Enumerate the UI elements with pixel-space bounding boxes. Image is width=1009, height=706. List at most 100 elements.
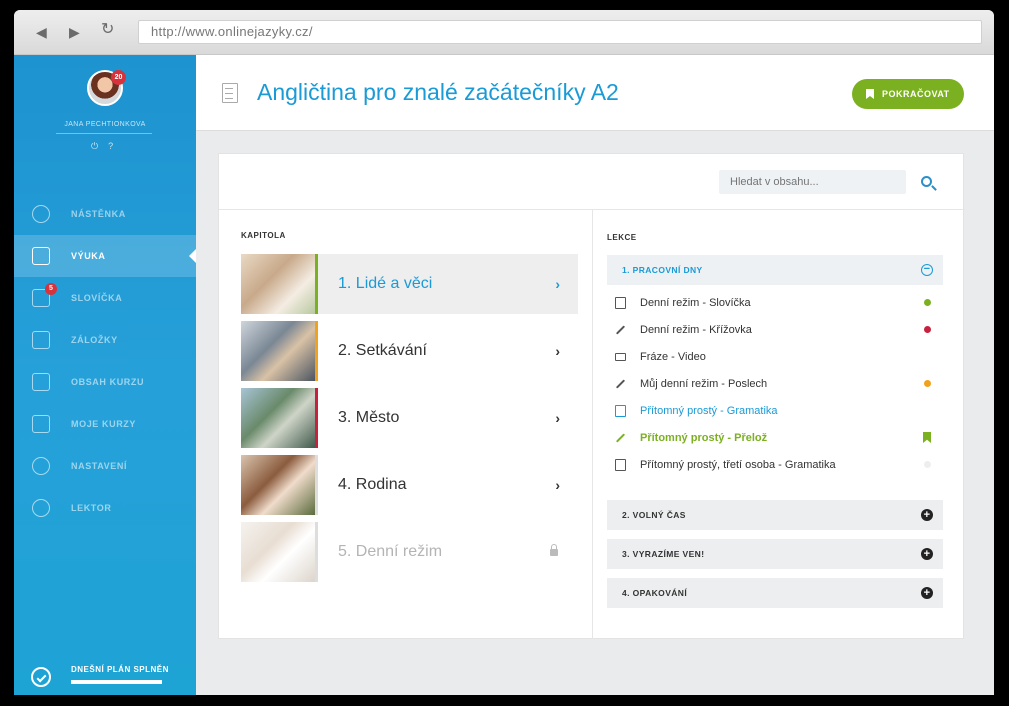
user-actions: ⏻? (86, 141, 118, 152)
unit-header[interactable]: 4. OPAKOVÁNÍ + (607, 578, 943, 608)
video-icon (615, 352, 626, 361)
search-input[interactable] (719, 170, 906, 194)
unit-title: 2. VOLNÝ ČAS (622, 510, 686, 520)
gear-icon (32, 457, 50, 475)
notification-badge: 20 (111, 70, 126, 85)
power-icon[interactable]: ⏻ (91, 141, 98, 151)
lesson-item[interactable]: Denní režim - Slovíčka (607, 289, 943, 316)
bookmark-icon (32, 331, 50, 349)
lesson-item[interactable]: Přítomný prostý - Gramatika (607, 397, 943, 424)
chapter-thumbnail (241, 254, 315, 314)
unit-header[interactable]: 1. PRACOVNÍ DNY − (607, 255, 943, 285)
bookmark-icon (923, 432, 931, 443)
sidebar-item[interactable]: VÝUKA (14, 235, 196, 277)
chapter-item[interactable]: 2. Setkávání › (241, 321, 578, 381)
sidebar-item[interactable]: LEKTOR (14, 487, 196, 529)
bookmark-icon (866, 89, 874, 99)
sidebar: 20 JANA PECHTIONKOVA ⏻? NÁSTĚNKA VÝUKA SLO… (14, 55, 196, 695)
continue-button[interactable]: POKRAČOVAT (852, 79, 964, 109)
unit-title: 4. OPAKOVÁNÍ (622, 588, 688, 598)
tutor-icon (32, 499, 50, 517)
sidebar-menu: NÁSTĚNKA VÝUKA SLOVÍČKA 5 ZÁLOŽKY OBSAH KURZU… (14, 193, 196, 529)
chapter-list: 1. Lidé a věci › 2. Setkávání › 3. Město › 4. … (241, 254, 578, 589)
lesson-item[interactable]: Přítomný prostý, třetí osoba - Gramatika (607, 451, 943, 478)
sidebar-item-label: MOJE KURZY (71, 419, 137, 429)
chapter-color-stripe (315, 388, 318, 448)
lessons-heading: LEKCE (607, 233, 637, 242)
reload-icon[interactable]: ↻ (101, 22, 114, 38)
book-icon (32, 247, 50, 265)
chapter-title: 5. Denní režim (338, 543, 443, 560)
chapter-color-stripe (315, 455, 318, 515)
content-card: KAPITOLA 1. Lidé a věci›2. Setkávání›3. … (218, 153, 965, 639)
daily-plan-progress-fill (71, 680, 162, 684)
chapter-thumbnail (241, 522, 315, 582)
url-bar[interactable]: http://www.onlinejazyky.cz/ (138, 20, 982, 44)
pencil-icon (615, 432, 626, 443)
search-icon[interactable] (921, 176, 932, 187)
sidebar-item-label: NÁSTĚNKA (71, 209, 126, 219)
lesson-item[interactable]: Fráze - Video (607, 343, 943, 370)
daily-plan-label: DNEŠNÍ PLÁN SPLNĚN (71, 665, 169, 674)
status-dot (924, 326, 931, 333)
unit-header[interactable]: 3. VYRAZÍME VEN! + (607, 539, 943, 569)
page-title: Angličtina pro znalé začátečníky A2 (257, 79, 619, 105)
lesson-item[interactable]: Denní režim - Křížovka (607, 316, 943, 343)
sidebar-item[interactable]: NASTAVENÍ (14, 445, 196, 487)
lesson-item[interactable]: Přítomný prostý - Přelož (607, 424, 943, 451)
chapter-item[interactable]: 4. Rodina › (241, 455, 578, 515)
back-icon[interactable]: ◀ (36, 24, 47, 40)
lesson-label: Přítomný prostý - Přelož (640, 431, 768, 444)
document-icon (615, 458, 626, 471)
collapse-icon[interactable]: − (921, 264, 933, 276)
sidebar-item[interactable]: MOJE KURZY (14, 403, 196, 445)
browser-toolbar: ◀ ▶ ↻ http://www.onlinejazyky.cz/ (14, 10, 994, 55)
sidebar-item[interactable]: OBSAH KURZU (14, 361, 196, 403)
chevron-right-icon: › (555, 477, 560, 493)
chapter-thumbnail (241, 455, 315, 515)
chapter-title: 2. Setkávání (338, 342, 427, 359)
sidebar-item-label: ZÁLOŽKY (71, 335, 118, 345)
lesson-list: 1. PRACOVNÍ DNY − Denní režim - Slovíčka De… (607, 255, 943, 617)
status-dot (924, 461, 931, 468)
stopwatch-check-icon (31, 667, 51, 687)
help-icon[interactable]: ? (108, 141, 113, 151)
lesson-label: Přítomný prostý - Gramatika (640, 404, 778, 417)
chapter-item[interactable]: 3. Město › (241, 388, 578, 448)
expand-icon[interactable]: + (921, 548, 933, 560)
sidebar-item[interactable]: SLOVÍČKA 5 (14, 277, 196, 319)
chapter-color-stripe (315, 321, 318, 381)
sidebar-item[interactable]: NÁSTĚNKA (14, 193, 196, 235)
chapter-title: 1. Lidé a věci (338, 275, 433, 292)
sidebar-item-label: OBSAH KURZU (71, 377, 145, 387)
expand-icon[interactable]: + (921, 509, 933, 521)
daily-plan: DNEŠNÍ PLÁN SPLNĚN (14, 660, 196, 695)
expand-icon[interactable]: + (921, 587, 933, 599)
lesson-label: Můj denní režim - Poslech (640, 377, 768, 390)
divider (56, 133, 152, 134)
contents-icon (32, 373, 50, 391)
lesson-label: Denní režim - Slovíčka (640, 296, 751, 309)
sidebar-item-label: SLOVÍČKA (71, 293, 123, 303)
chapter-thumbnail (241, 321, 315, 381)
chapter-title: 4. Rodina (338, 476, 407, 493)
chapter-title: 3. Město (338, 409, 400, 426)
chapter-item[interactable]: 1. Lidé a věci › (241, 254, 578, 314)
forward-icon[interactable]: ▶ (69, 24, 80, 40)
divider (592, 209, 593, 639)
chapter-thumbnail (241, 388, 315, 448)
sidebar-item[interactable]: ZÁLOŽKY (14, 319, 196, 361)
status-dot (924, 299, 931, 306)
chapter-color-stripe (315, 522, 318, 582)
unit-header[interactable]: 2. VOLNÝ ČAS + (607, 500, 943, 530)
courses-icon (32, 415, 50, 433)
unit-title: 3. VYRAZÍME VEN! (622, 549, 705, 559)
daily-plan-progress (71, 680, 162, 684)
unit-lessons: Denní režim - Slovíčka Denní režim - Kříž… (607, 289, 943, 478)
lesson-label: Fráze - Video (640, 350, 706, 363)
lesson-label: Přítomný prostý, třetí osoba - Gramatika (640, 458, 836, 471)
browser-window: ◀ ▶ ↻ http://www.onlinejazyky.cz/ 20 JAN… (14, 10, 994, 695)
document-icon (615, 404, 626, 417)
lesson-item[interactable]: Můj denní režim - Poslech (607, 370, 943, 397)
chapters-heading: KAPITOLA (241, 231, 286, 240)
